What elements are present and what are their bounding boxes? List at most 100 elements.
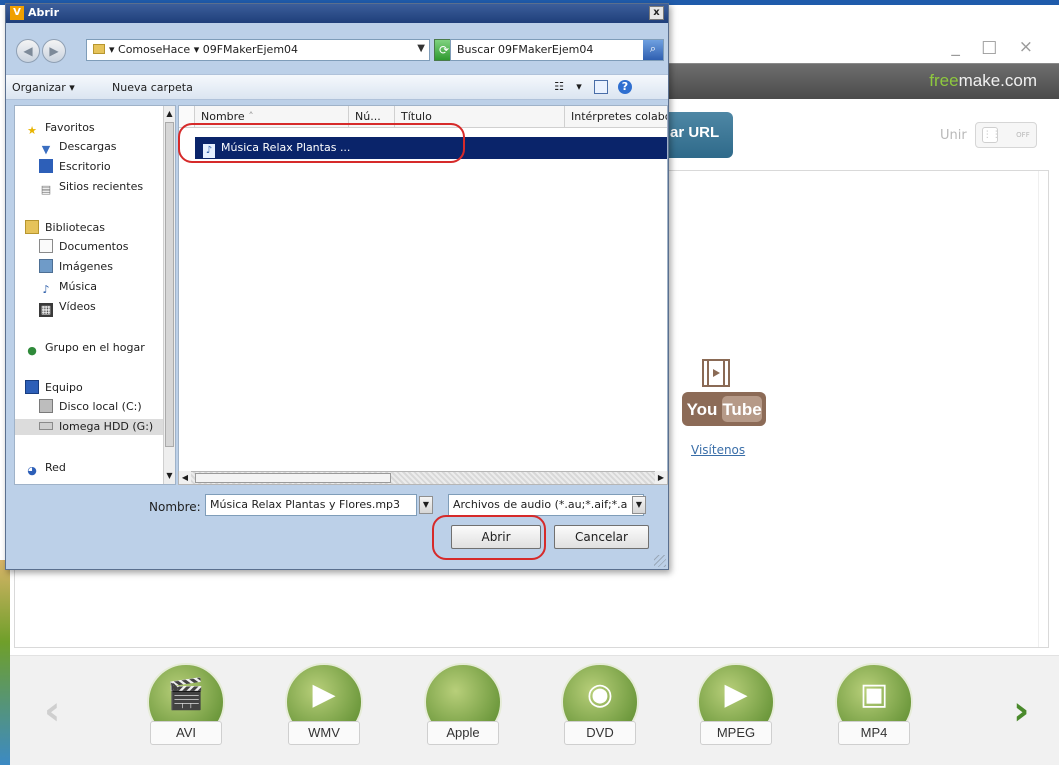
address-bar[interactable]: ▾ ComoseHace ▾ 09FMakerEjem04 ▼ [86, 39, 430, 61]
filename-input[interactable]: Música Relax Plantas y Flores.mp3 [205, 494, 417, 516]
format-dvd-button[interactable]: ◉ DVD [558, 663, 642, 751]
dialog-title: Abrir [28, 6, 60, 19]
format-avi-button[interactable]: 🎬 AVI [144, 663, 228, 751]
format-mpeg-button[interactable]: ▶ MPEG [694, 663, 778, 751]
nav-scrollbar[interactable]: ▲ ▼ [163, 106, 175, 484]
nav-downloads[interactable]: ▼ Descargas [39, 139, 117, 156]
library-icon [25, 220, 39, 234]
breadcrumb: ▾ ComoseHace ▾ 09FMakerEjem04 [109, 43, 299, 56]
windows-media-icon: ▶ [312, 677, 336, 712]
format-mp4-button[interactable]: ▣ MP4 [832, 663, 916, 751]
new-folder-button[interactable]: Nueva carpeta [112, 81, 193, 94]
scroll-left-icon[interactable]: ◀ [179, 471, 191, 484]
format-label: Apple [427, 721, 499, 745]
chevron-down-icon[interactable]: ▾ [572, 80, 586, 94]
external-drive-icon [39, 422, 53, 430]
nav-label: Iomega HDD (G:) [59, 420, 154, 433]
visit-us-link[interactable]: Visítenos [691, 443, 745, 457]
disc-icon: ◉ [586, 677, 614, 712]
nav-recent[interactable]: ▤ Sitios recientes [39, 179, 144, 196]
dock-prev-button[interactable]: ‹ [44, 688, 60, 734]
format-label: MP4 [838, 721, 910, 745]
music-note-icon: ♪ [42, 283, 50, 296]
nav-label: Equipo [45, 381, 83, 394]
nav-label: Sitios recientes [59, 180, 144, 193]
nav-videos[interactable]: ▦ Vídeos [39, 299, 96, 317]
media-player-icon: ▣ [859, 677, 889, 712]
filename-label: Nombre: [149, 500, 201, 514]
youtube-logo[interactable]: You Tube [680, 358, 770, 433]
chevron-down-icon[interactable]: ▼ [419, 496, 433, 514]
format-apple-button[interactable]: Apple [421, 663, 505, 751]
scroll-down-icon[interactable]: ▼ [164, 469, 175, 483]
nav-libraries[interactable]: Bibliotecas [25, 220, 105, 236]
column-header-number[interactable]: Nú... [349, 106, 395, 128]
view-options-icon[interactable]: ☷ [552, 80, 566, 94]
search-input[interactable]: Buscar 09FMakerEjem04 ⌕ [450, 39, 664, 61]
nav-label: Disco local (C:) [59, 400, 142, 413]
hscroll-thumb[interactable] [195, 473, 391, 483]
clapperboard-icon: 🎬 [167, 677, 205, 712]
nav-label: Documentos [59, 240, 129, 253]
paste-url-button[interactable]: ar URL [660, 112, 733, 158]
nav-documents[interactable]: Documentos [39, 239, 128, 255]
app-icon: V [10, 6, 24, 20]
nav-iomega[interactable]: Iomega HDD (G:) [15, 419, 165, 435]
resize-grip-icon[interactable] [654, 555, 666, 567]
format-label: MPEG [700, 721, 772, 745]
back-button[interactable]: ◀ [16, 39, 40, 63]
dialog-toolbar: Organizar ▾ Nueva carpeta ☷ ▾ ? [6, 74, 668, 100]
open-button[interactable]: Abrir [451, 525, 541, 549]
document-icon [39, 239, 53, 253]
cancel-button[interactable]: Cancelar [554, 525, 649, 549]
youtube-you-text: You [687, 400, 718, 419]
open-file-dialog: V Abrir x ◀ ▶ ▾ ComoseHace ▾ 09FMakerEje… [5, 3, 669, 570]
network-icon: ◕ [27, 464, 37, 477]
file-list-hscrollbar[interactable]: ◀ ▶ [178, 471, 668, 485]
scroll-right-icon[interactable]: ▶ [655, 471, 667, 484]
scroll-up-icon[interactable]: ▲ [164, 107, 175, 121]
nav-label: Red [45, 461, 66, 474]
join-toggle[interactable]: ⋮⋮ OFF [974, 122, 1037, 148]
window-controls[interactable]: _ □ × [951, 37, 1041, 57]
scroll-thumb[interactable] [165, 122, 174, 447]
nav-network[interactable]: ◕ Red [25, 460, 66, 477]
nav-images[interactable]: Imágenes [39, 259, 113, 275]
chevron-down-icon[interactable]: ▼ [417, 43, 425, 54]
close-icon[interactable]: x [649, 6, 664, 20]
column-header-name[interactable]: Nombre ˄ [195, 106, 349, 128]
nav-desktop[interactable]: Escritorio [39, 159, 111, 175]
dock-next-button[interactable]: › [1013, 688, 1029, 734]
filetype-select[interactable]: Archivos de audio (*.au;*.aif;*.a [448, 494, 644, 516]
sort-up-icon: ˄ [248, 110, 254, 123]
organize-button[interactable]: Organizar ▾ [12, 81, 75, 94]
nav-homegroup[interactable]: ● Grupo en el hogar [25, 340, 145, 357]
forward-button[interactable]: ▶ [42, 39, 66, 63]
dialog-title-bar[interactable]: V Abrir x [6, 4, 668, 23]
brand-logo[interactable]: freemake.com [929, 71, 1037, 91]
preview-pane-icon[interactable] [594, 80, 608, 94]
join-files: Unir ⋮⋮ OFF [940, 122, 1037, 148]
column-header-title[interactable]: Título [395, 106, 565, 128]
nav-label: Imágenes [59, 260, 113, 273]
column-header-artists[interactable]: Intérpretes colabor [565, 106, 667, 128]
nav-label: Música [59, 280, 98, 293]
chevron-down-icon[interactable]: ▼ [632, 496, 646, 514]
nav-label: Descargas [59, 140, 117, 153]
nav-local-disk[interactable]: Disco local (C:) [39, 399, 142, 415]
video-icon: ▦ [39, 303, 53, 317]
side-strip [0, 560, 10, 765]
column-name-label: Nombre [201, 110, 245, 123]
panel-scrollbar[interactable] [1038, 171, 1048, 647]
address-row: ◀ ▶ ▾ ComoseHace ▾ 09FMakerEjem04 ▼ ⟳ Bu… [6, 25, 668, 71]
search-icon[interactable]: ⌕ [643, 40, 663, 60]
drive-icon [39, 399, 53, 413]
nav-computer[interactable]: Equipo [25, 380, 83, 396]
homegroup-icon: ● [27, 344, 37, 357]
nav-favorites[interactable]: ★ Favoritos [25, 120, 95, 137]
nav-music[interactable]: ♪ Música [39, 279, 98, 296]
file-row-selected[interactable]: ♪ Música Relax Plantas ... [195, 137, 667, 159]
image-icon [39, 259, 53, 273]
format-wmv-button[interactable]: ▶ WMV [282, 663, 366, 751]
help-icon[interactable]: ? [618, 80, 632, 94]
